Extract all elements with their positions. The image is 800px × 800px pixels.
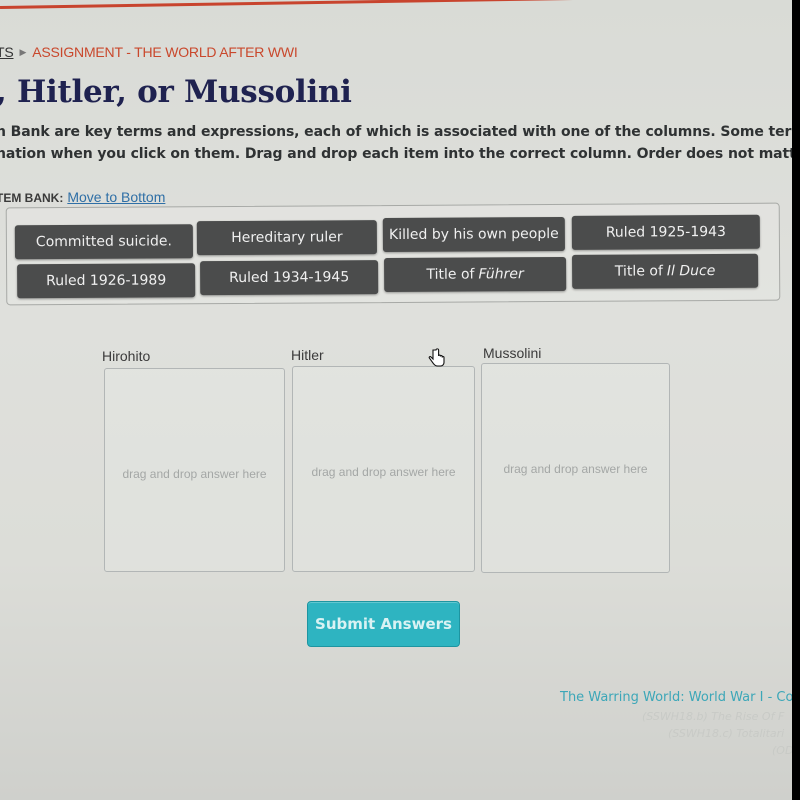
column-label-hitler: Hitler [291, 347, 324, 363]
item-chip-label: Committed suicide. [35, 233, 172, 251]
instructions-line-2: nation when you click on them. Drag and … [0, 146, 800, 162]
item-chip-italic: Il Duce [666, 263, 716, 280]
item-chip[interactable]: Killed by his own people [382, 216, 565, 253]
item-chip-italic: Führer [478, 266, 524, 283]
column-label-hirohito: Hirohito [102, 348, 151, 364]
column-label-mussolini: Mussolini [483, 345, 542, 361]
move-to-bottom-link[interactable]: Move to Bottom [67, 189, 165, 205]
item-bank-header: TEM BANK: Move to Bottom [0, 189, 165, 205]
item-chip[interactable]: Committed suicide. [14, 224, 194, 260]
header-divider [0, 0, 800, 9]
hand-pointer-icon [428, 348, 445, 367]
caret-right-icon: ▶ [19, 46, 27, 57]
item-chip-label: Ruled 1934-1945 [229, 269, 350, 287]
item-chip[interactable]: Title of Il Duce [572, 253, 759, 289]
item-chip-label: Ruled 1926-1989 [46, 272, 167, 290]
item-bank: Committed suicide. Hereditary ruler Kill… [5, 202, 781, 306]
item-chip[interactable]: Ruled 1934-1945 [200, 260, 379, 296]
item-bank-label: TEM BANK: [0, 191, 64, 205]
footer-standard-line: (SSWH18.c) Totalitari [668, 727, 785, 740]
item-chip[interactable]: Ruled 1925-1943 [571, 214, 760, 250]
dropzone-placeholder: drag and drop answer here [122, 467, 267, 481]
submit-answers-button[interactable]: Submit Answers [307, 601, 460, 647]
dropzone-hitler[interactable]: drag and drop answer here [292, 366, 475, 572]
instructions: n Bank are key terms and expressions, ea… [0, 121, 800, 165]
breadcrumb-previous-link[interactable]: TS [0, 44, 14, 60]
item-chip[interactable]: Title of Führer [384, 256, 567, 293]
item-chip-label: Title of [614, 263, 663, 280]
item-chip-label: Ruled 1925-1943 [605, 223, 726, 241]
dropzone-placeholder: drag and drop answer here [503, 462, 648, 476]
dropzone-hirohito[interactable]: drag and drop answer here [104, 368, 285, 572]
breadcrumb-current: ASSIGNMENT - THE WORLD AFTER WWI [32, 44, 298, 60]
screen-bezel [792, 0, 800, 800]
instructions-line-1: n Bank are key terms and expressions, ea… [0, 124, 800, 140]
item-chip[interactable]: Ruled 1926-1989 [17, 263, 196, 299]
page-title: , Hitler, or Mussolini [0, 74, 352, 110]
footer-standard-line: (SSWH18.b) The Rise Of F [642, 710, 785, 723]
dropzone-placeholder: drag and drop answer here [311, 465, 456, 479]
breadcrumb: TS ▶ ASSIGNMENT - THE WORLD AFTER WWI [0, 44, 298, 60]
dropzone-mussolini[interactable]: drag and drop answer here [481, 363, 670, 573]
item-chip-label: Hereditary ruler [231, 229, 343, 246]
footer-standard-line: (OD [772, 744, 794, 757]
item-chip-label: Title of [426, 266, 475, 283]
footer-course-link[interactable]: The Warring World: World War I - Co [560, 690, 793, 705]
item-chip-label: Killed by his own people [388, 225, 559, 244]
item-chip[interactable]: Hereditary ruler [196, 220, 378, 256]
